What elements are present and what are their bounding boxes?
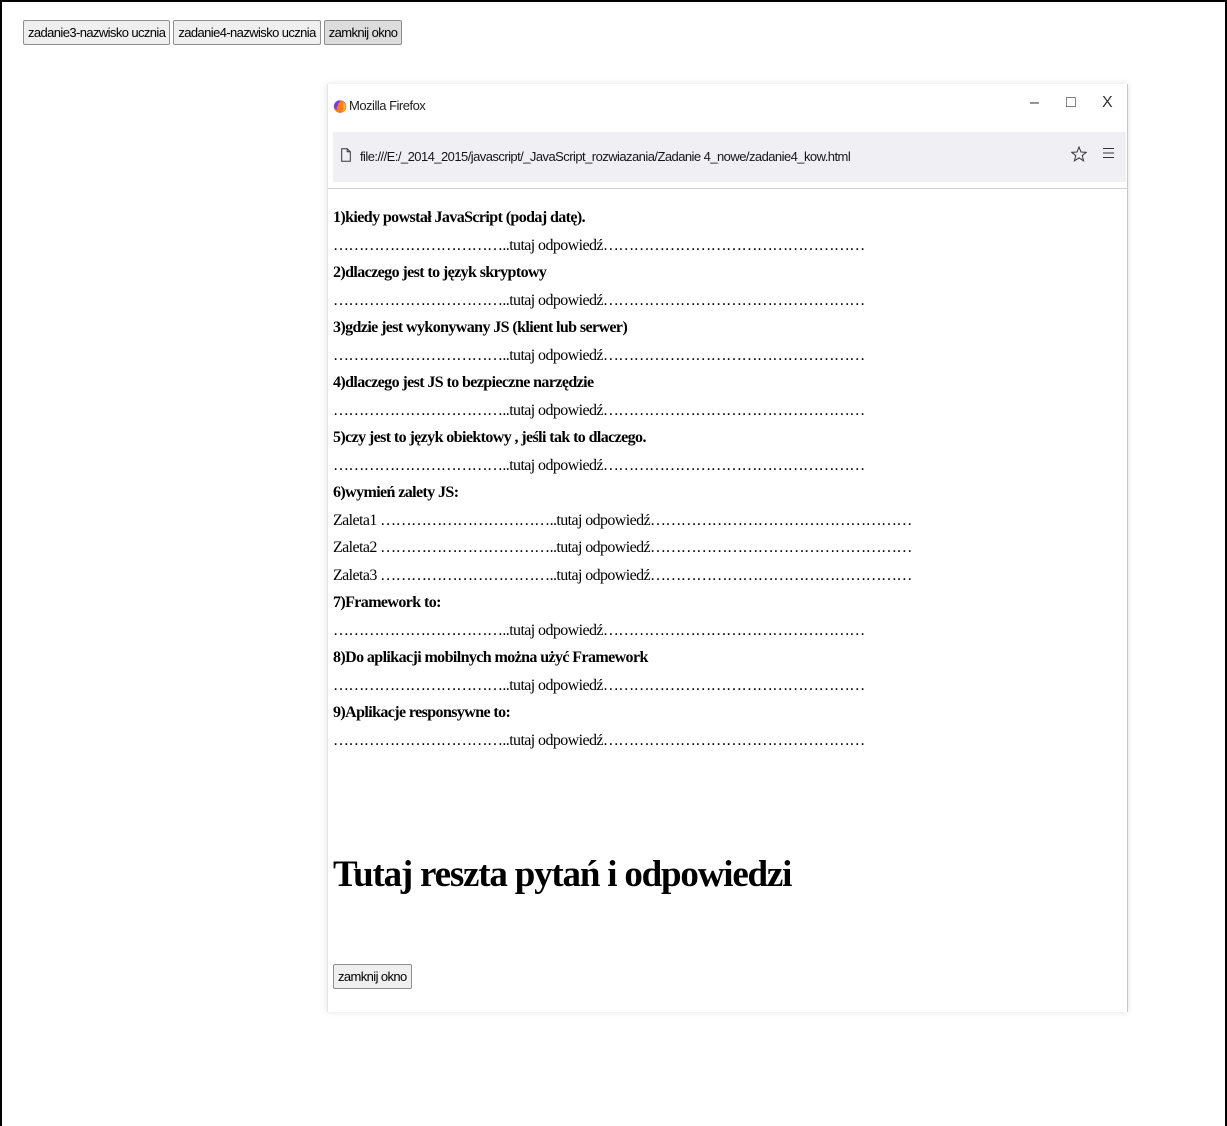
popup-titlebar: Mozilla Firefox – □ X (328, 84, 1127, 130)
question-5: 5)czy jest to język obiektowy , jeśli ta… (333, 429, 646, 446)
question-3: 3)gdzie jest wykonywany JS (klient lub s… (333, 319, 628, 336)
page-icon (341, 148, 351, 162)
menu-icon[interactable] (1103, 147, 1114, 159)
page-content: 1)kiedy powstał JavaScript (podaj datę).… (333, 204, 1113, 754)
advantage-3: Zaleta3 ……………………………..tutaj odpowiedź…………… (333, 566, 912, 584)
question-1: 1)kiedy powstał JavaScript (podaj datę). (333, 209, 586, 226)
question-6: 6)wymień zalety JS: (333, 484, 459, 501)
question-9: 9)Aplikacje responsywne to: (333, 704, 511, 721)
close-window-button[interactable]: zamknij okno (323, 20, 403, 45)
maximize-button[interactable]: □ (1066, 94, 1076, 112)
top-button-bar: zadanie3-nazwisko ucznia zadanie4-nazwis… (23, 20, 403, 45)
url-bar[interactable]: file:///E:/_2014_2015/javascript/_JavaSc… (333, 132, 1126, 182)
answer-line: ……………………………..tutaj odpowiedź………………………………… (333, 401, 865, 419)
zadanie3-button[interactable]: zadanie3-nazwisko ucznia (23, 20, 171, 45)
question-4: 4)dlaczego jest JS to bezpieczne narzędz… (333, 374, 594, 391)
page-frame-left (0, 0, 2, 1126)
zadanie4-button[interactable]: zadanie4-nazwisko ucznia (173, 20, 321, 45)
close-button[interactable]: X (1102, 94, 1113, 112)
popup-title: Mozilla Firefox (349, 98, 426, 113)
toolbar-divider (328, 188, 1127, 189)
advantage-1: Zaleta1 ……………………………..tutaj odpowiedź…………… (333, 511, 912, 529)
answer-line: ……………………………..tutaj odpowiedź………………………………… (333, 236, 865, 254)
page-frame-top (0, 0, 1227, 2)
popup-window: Mozilla Firefox – □ X file:///E:/_2014_2… (327, 84, 1128, 1012)
question-7: 7)Framework to: (333, 594, 441, 611)
answer-line: ……………………………..tutaj odpowiedź………………………………… (333, 291, 865, 309)
minimize-button[interactable]: – (1030, 94, 1039, 112)
answer-line: ……………………………..tutaj odpowiedź………………………………… (333, 621, 865, 639)
url-text[interactable]: file:///E:/_2014_2015/javascript/_JavaSc… (360, 149, 851, 164)
firefox-icon (333, 100, 347, 113)
answer-line: ……………………………..tutaj odpowiedź………………………………… (333, 456, 865, 474)
advantage-2: Zaleta2 ……………………………..tutaj odpowiedź…………… (333, 539, 912, 556)
question-8: 8)Do aplikacji mobilnych można użyć Fram… (333, 649, 648, 666)
rest-heading: Tutaj reszta pytań i odpowiedzi (333, 854, 792, 895)
question-2: 2)dlaczego jest to język skryptowy (333, 264, 547, 281)
answer-line: ……………………………..tutaj odpowiedź………………………………… (333, 676, 865, 694)
answer-line: ……………………………..tutaj odpowiedź………………………………… (333, 346, 865, 364)
popup-close-window-button[interactable]: zamknij okno (333, 964, 412, 989)
bookmark-star-icon[interactable] (1071, 146, 1087, 162)
answer-line: ……………………………..tutaj odpowiedź………………………………… (333, 731, 865, 749)
